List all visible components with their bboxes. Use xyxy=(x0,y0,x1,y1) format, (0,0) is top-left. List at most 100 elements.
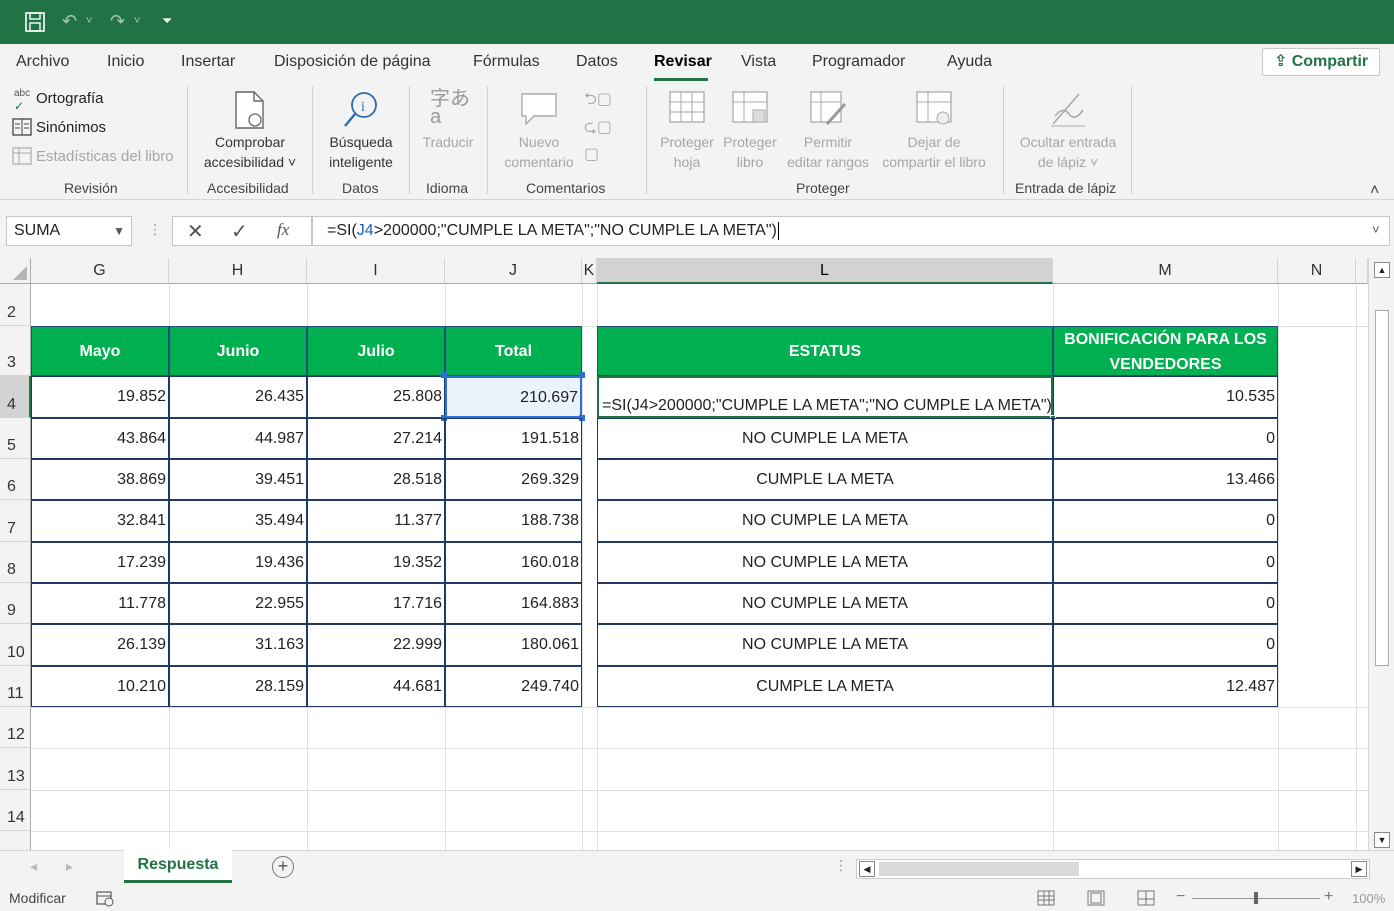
cell-h9[interactable]: 22.955 xyxy=(169,583,307,624)
undo-icon[interactable]: ↶ xyxy=(62,10,77,32)
scroll-right-button[interactable]: ▶ xyxy=(1351,861,1367,877)
redo-icon[interactable]: ↷ xyxy=(110,10,125,32)
cell-j9[interactable]: 164.883 xyxy=(445,583,582,624)
prev-sheet-icon[interactable]: ◂ xyxy=(30,858,37,875)
tab-formulas[interactable]: Fórmulas xyxy=(473,53,540,71)
page-break-view-icon[interactable] xyxy=(1137,890,1155,906)
cell-i10[interactable]: 22.999 xyxy=(307,624,445,666)
protect-sheet-button[interactable]: Proteger hoja xyxy=(654,88,720,176)
cell-i4[interactable]: 25.808 xyxy=(307,376,445,418)
cell-i6[interactable]: 28.518 xyxy=(307,459,445,500)
zoom-out-icon[interactable]: − xyxy=(1176,888,1185,906)
cancel-icon[interactable]: ✕ xyxy=(187,219,204,244)
normal-view-icon[interactable] xyxy=(1037,890,1055,906)
name-box[interactable]: SUMA ▼ xyxy=(6,216,132,246)
cell-g4[interactable]: 19.852 xyxy=(31,376,169,418)
column-header-n[interactable]: N xyxy=(1278,258,1356,284)
cell-j5[interactable]: 191.518 xyxy=(445,418,582,459)
collapse-ribbon-icon[interactable]: ˄ xyxy=(1370,182,1379,200)
horizontal-scrollbar[interactable]: ◀ ▶ xyxy=(856,859,1370,879)
show-comments-icon[interactable]: ▢ xyxy=(584,144,599,164)
undo-dropdown-icon[interactable]: ˅ xyxy=(86,10,92,32)
protect-workbook-button[interactable]: Proteger libro xyxy=(718,88,782,176)
tab-datos[interactable]: Datos xyxy=(576,53,618,71)
enter-icon[interactable]: ✓ xyxy=(231,219,248,244)
tab-archivo[interactable]: Archivo xyxy=(16,53,69,71)
cell-m6[interactable]: 13.466 xyxy=(1053,459,1278,500)
cell-l9[interactable]: NO CUMPLE LA META xyxy=(597,583,1053,624)
cell-m11[interactable]: 12.487 xyxy=(1053,666,1278,707)
translate-button[interactable]: 字あ a Traducir xyxy=(416,88,480,158)
tab-bar-grip-icon[interactable]: ⋮ xyxy=(834,857,848,874)
cell-h4[interactable]: 26.435 xyxy=(169,376,307,418)
expand-formula-bar-icon[interactable]: ˅ xyxy=(1372,222,1380,237)
formula-bar-grip-icon[interactable]: ⋮ xyxy=(148,221,162,238)
cell-g5[interactable]: 43.864 xyxy=(31,418,169,459)
tab-insertar[interactable]: Insertar xyxy=(181,53,235,71)
previous-comment-icon[interactable]: ⮌▢ xyxy=(584,88,612,115)
cell-i9[interactable]: 17.716 xyxy=(307,583,445,624)
cell-m4[interactable]: 10.535 xyxy=(1053,376,1278,418)
sheet-tab-respuesta[interactable]: Respuesta xyxy=(124,849,232,883)
zoom-in-icon[interactable]: + xyxy=(1324,888,1333,906)
row-header-9[interactable]: 9 xyxy=(0,583,31,624)
cell-g8[interactable]: 17.239 xyxy=(31,542,169,583)
cell-g7[interactable]: 32.841 xyxy=(31,500,169,542)
cell-m8[interactable]: 0 xyxy=(1053,542,1278,583)
spelling-button[interactable]: abc ✓ Ortografía xyxy=(12,88,172,113)
tab-ayuda[interactable]: Ayuda xyxy=(947,53,992,71)
allow-edit-ranges-button[interactable]: Permitir editar rangos xyxy=(782,88,874,176)
save-icon[interactable] xyxy=(25,12,45,32)
cell-m10[interactable]: 0 xyxy=(1053,624,1278,666)
cell-h10[interactable]: 31.163 xyxy=(169,624,307,666)
cell-j10[interactable]: 180.061 xyxy=(445,624,582,666)
new-comment-button[interactable]: Nuevo comentario xyxy=(496,88,582,176)
row-header-13[interactable]: 13 xyxy=(0,748,31,790)
header-junio[interactable]: Junio xyxy=(169,326,307,376)
column-header-i[interactable]: I xyxy=(307,258,445,284)
cell-h5[interactable]: 44.987 xyxy=(169,418,307,459)
cell-l6[interactable]: CUMPLE LA META xyxy=(597,459,1053,500)
row-header-4[interactable]: 4 xyxy=(0,376,31,418)
insert-function-icon[interactable]: fx xyxy=(277,220,289,240)
tab-disposicion[interactable]: Disposición de página xyxy=(274,53,431,71)
column-header-m[interactable]: M xyxy=(1053,258,1278,284)
cell-i8[interactable]: 19.352 xyxy=(307,542,445,583)
cell-g9[interactable]: 11.778 xyxy=(31,583,169,624)
row-header-7[interactable]: 7 xyxy=(0,500,31,542)
column-header-g[interactable]: G xyxy=(31,258,169,284)
check-accessibility-button[interactable]: Comprobar accesibilidad ˅ xyxy=(196,88,304,176)
tab-programador[interactable]: Programador xyxy=(812,53,905,71)
row-header-10[interactable]: 10 xyxy=(0,624,31,666)
scroll-down-button[interactable]: ▼ xyxy=(1374,832,1390,848)
range-handle[interactable] xyxy=(579,372,585,378)
cell-j7[interactable]: 188.738 xyxy=(445,500,582,542)
row-header-11[interactable]: 11 xyxy=(0,666,31,707)
column-header-j[interactable]: J xyxy=(445,258,582,284)
vertical-scrollbar[interactable]: ▲ ▼ xyxy=(1368,258,1394,850)
cell-i5[interactable]: 27.214 xyxy=(307,418,445,459)
row-header-2[interactable]: 2 xyxy=(0,284,31,326)
cell-i11[interactable]: 44.681 xyxy=(307,666,445,707)
scroll-left-button[interactable]: ◀ xyxy=(859,861,875,877)
vertical-scroll-thumb[interactable] xyxy=(1375,310,1389,666)
header-total[interactable]: Total xyxy=(445,326,582,376)
thesaurus-button[interactable]: Sinónimos xyxy=(12,117,172,139)
cell-h11[interactable]: 28.159 xyxy=(169,666,307,707)
cell-g6[interactable]: 38.869 xyxy=(31,459,169,500)
row-header-3[interactable]: 3 xyxy=(0,326,31,376)
workbook-stats-button[interactable]: Estadísticas del libro xyxy=(12,146,182,168)
page-layout-view-icon[interactable] xyxy=(1087,890,1105,906)
add-sheet-icon[interactable]: + xyxy=(272,856,294,878)
cell-g11[interactable]: 10.210 xyxy=(31,666,169,707)
row-header-5[interactable]: 5 xyxy=(0,418,31,459)
tab-inicio[interactable]: Inicio xyxy=(107,53,144,71)
row-header-12[interactable]: 12 xyxy=(0,707,31,748)
range-handle[interactable] xyxy=(441,372,447,378)
cell-h8[interactable]: 19.436 xyxy=(169,542,307,583)
macro-recording-icon[interactable] xyxy=(96,891,114,907)
cell-j11[interactable]: 249.740 xyxy=(445,666,582,707)
header-bonificacion[interactable]: BONIFICACIÓN PARA LOS VENDEDORES xyxy=(1053,326,1278,376)
horizontal-scroll-thumb[interactable] xyxy=(879,862,1079,876)
hide-ink-button[interactable]: Ocultar entrada de lápiz ˅ xyxy=(1010,88,1126,176)
